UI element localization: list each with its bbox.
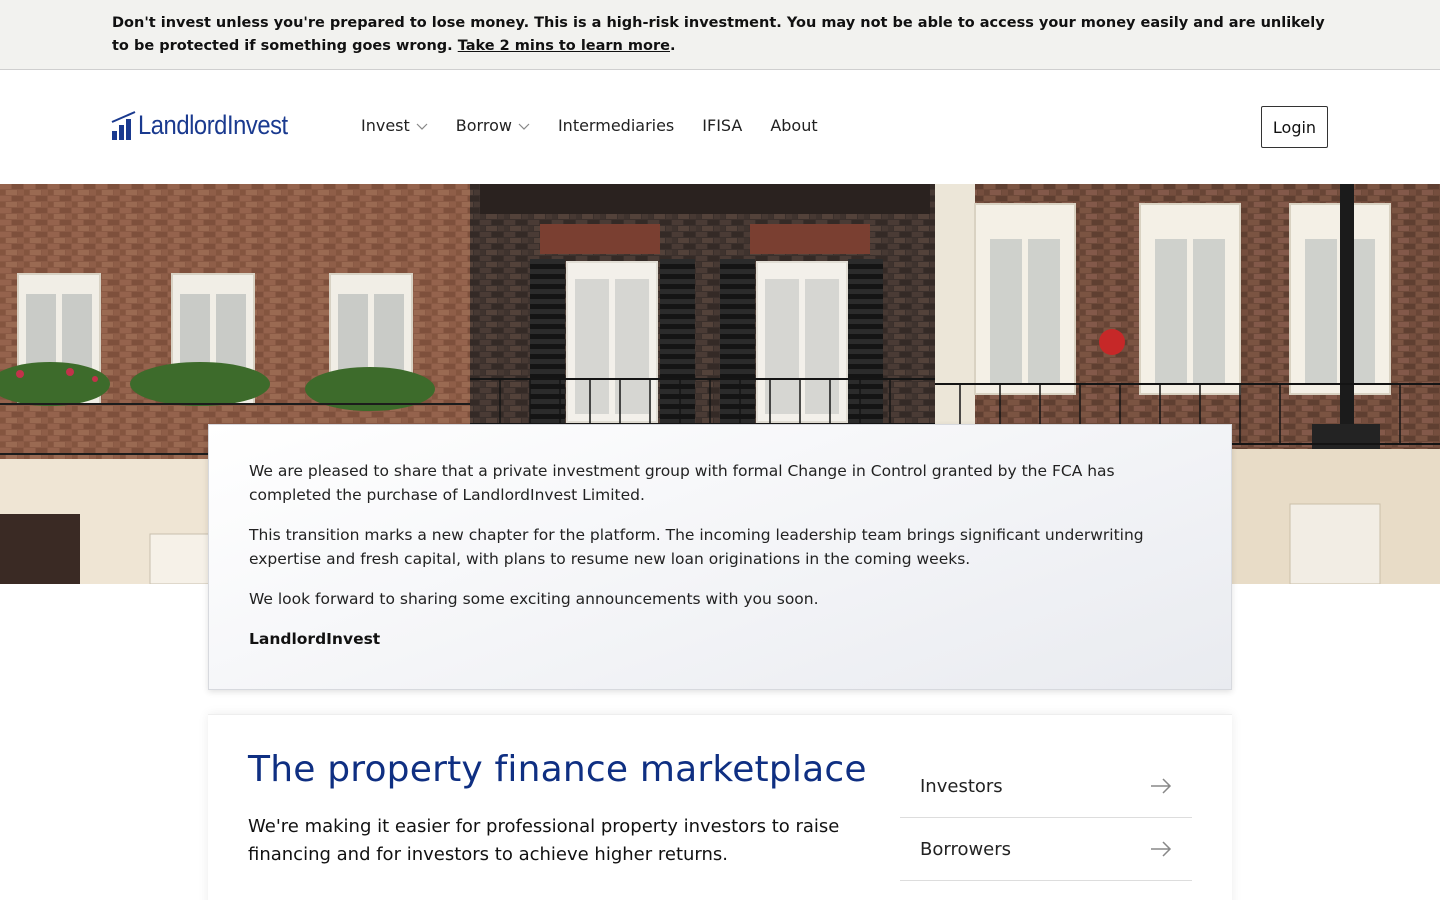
logo[interactable]: LandlordInvest: [111, 108, 308, 140]
nav-item-ifisa[interactable]: IFISA: [702, 116, 742, 135]
audience-link-investors[interactable]: Investors: [900, 755, 1192, 818]
bar-chart-logo-icon: [111, 111, 136, 140]
announcement-paragraph: This transition marks a new chapter for …: [249, 526, 1144, 568]
marketplace-section: The property finance marketplace We're m…: [208, 714, 1232, 900]
nav-item-borrow[interactable]: Borrow: [456, 116, 530, 135]
risk-warning-banner: Don't invest unless you're prepared to l…: [0, 0, 1440, 70]
risk-warning-text: Don't invest unless you're prepared to l…: [112, 15, 1325, 54]
learn-more-link[interactable]: Take 2 mins to learn more: [458, 38, 670, 54]
announcement-paragraph: We look forward to sharing some exciting…: [249, 590, 819, 608]
arrow-right-icon: [1151, 841, 1172, 857]
nav-item-invest[interactable]: Invest: [361, 116, 428, 135]
site-header: LandlordInvest Invest Borrow Intermediar…: [0, 70, 1440, 184]
marketplace-subtitle: We're making it easier for professional …: [248, 816, 840, 865]
nav-item-about[interactable]: About: [770, 116, 817, 135]
marketplace-title: The property finance marketplace: [248, 749, 867, 790]
announcement-signature: LandlordInvest: [249, 630, 381, 648]
arrow-right-icon: [1151, 778, 1172, 794]
audience-link-borrowers[interactable]: Borrowers: [900, 818, 1192, 881]
announcement-card: We are pleased to share that a private i…: [208, 424, 1232, 690]
logo-text: LandlordInvest: [138, 110, 288, 140]
chevron-down-icon: [416, 123, 428, 130]
login-button[interactable]: Login: [1261, 106, 1328, 148]
announcement-paragraph: We are pleased to share that a private i…: [249, 462, 1115, 504]
chevron-down-icon: [518, 123, 530, 130]
audience-list: Investors Borrowers: [900, 755, 1192, 881]
nav-item-intermediaries[interactable]: Intermediaries: [558, 116, 674, 135]
main-nav: Invest Borrow Intermediaries IFISA About: [361, 116, 846, 135]
